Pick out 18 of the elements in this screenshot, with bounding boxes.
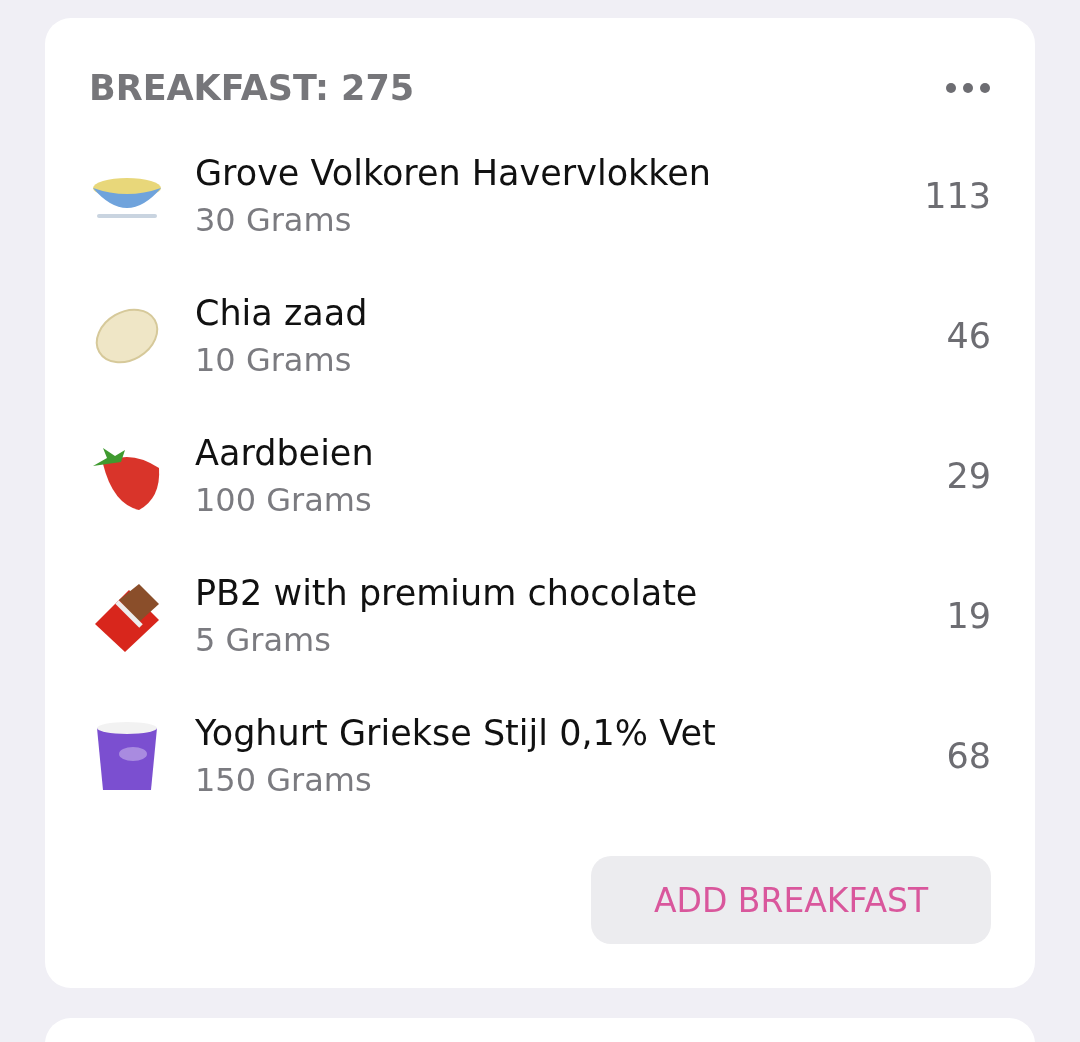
food-amount: 150 Grams (195, 761, 373, 799)
food-amount: 5 Grams (195, 621, 332, 659)
food-name: PB2 with premium chocolate (195, 573, 699, 613)
food-name: Aardbeien (195, 433, 375, 473)
food-calories: 46 (946, 316, 991, 356)
add-breakfast-button[interactable]: ADD BREAKFAST (591, 856, 991, 944)
food-calories: 19 (946, 596, 991, 636)
food-amount: 30 Grams (195, 201, 353, 239)
food-name: Yoghurt Griekse Stijl 0,1% Vet (195, 713, 717, 753)
food-calories: 113 (924, 176, 991, 216)
food-name: Chia zaad (195, 293, 369, 333)
more-icon[interactable] (945, 82, 991, 94)
food-name: Grove Volkoren Havervlokken (195, 153, 713, 193)
food-amount: 10 Grams (195, 341, 353, 379)
food-calories: 68 (946, 736, 991, 776)
food-amount: 100 Grams (195, 481, 373, 519)
food-calories: 29 (946, 456, 991, 496)
meal-title: BREAKFAST: 275 (89, 68, 415, 108)
